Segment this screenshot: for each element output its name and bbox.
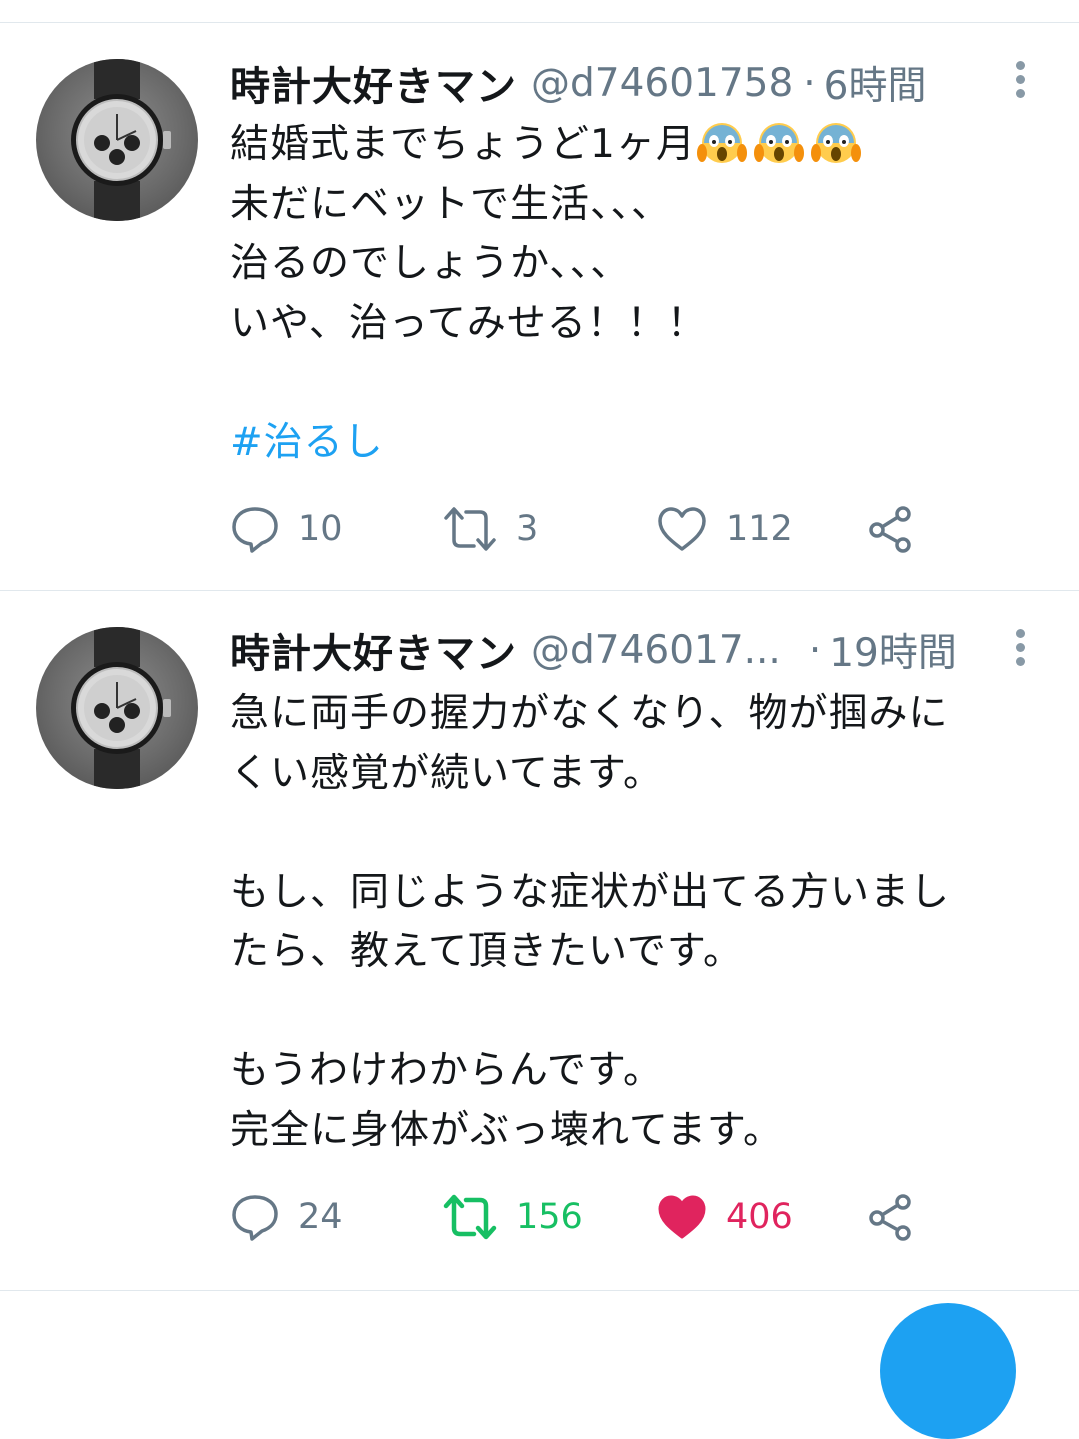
retweet-arrows-icon — [443, 1194, 497, 1240]
avatar[interactable] — [36, 627, 198, 789]
heart-icon — [658, 507, 706, 551]
tweet-line: 急に両手の握力がなくなり、物が掴みに — [230, 691, 949, 736]
screaming-face-icon — [810, 123, 861, 163]
reply-button[interactable]: 10 — [230, 499, 343, 559]
share-button[interactable] — [866, 1187, 916, 1247]
reply-button[interactable]: 24 — [230, 1187, 343, 1247]
author-handle[interactable]: @d746017... — [531, 628, 781, 673]
tweet-line: くい感覚が続いてます。 — [230, 750, 663, 796]
tweet-line: 結婚式までちょうど1ヶ月 — [230, 115, 1039, 175]
tweet-line: 治るのでしょうか、、、 — [230, 241, 631, 286]
tweet-header: 時計大好きマン @d746017... · 19時間 — [230, 620, 989, 680]
tweet-line: もうわけわからんです。 — [230, 1048, 663, 1093]
watch-avatar-icon — [71, 627, 171, 789]
like-button[interactable]: 406 — [656, 1187, 793, 1247]
more-options-icon[interactable] — [1013, 61, 1027, 101]
screaming-face-icon — [696, 123, 747, 163]
tweet-time[interactable]: 19時間 — [829, 622, 957, 678]
tweet[interactable]: 時計大好きマン @d74601758 · 6時間 結婚式までちょうど1ヶ月 未だ… — [0, 23, 1079, 590]
heart-icon — [658, 1195, 706, 1239]
tweet-line: たら、教えて頂きたいです。 — [230, 929, 743, 974]
tweet-text: 結婚式までちょうど1ヶ月 未だにベットで生活、、、 治るのでしょうか、、、 いや… — [230, 115, 1039, 472]
tweet-line: もし、同じような症状が出てる方いまし — [230, 869, 951, 915]
tweet[interactable]: 時計大好きマン @d746017... · 19時間 急に両手の握力がなくなり、… — [0, 591, 1079, 1289]
share-button[interactable] — [866, 499, 916, 559]
retweet-button[interactable]: 156 — [442, 1187, 583, 1247]
retweet-arrows-icon — [444, 507, 496, 551]
author-handle[interactable]: @d74601758 — [531, 61, 793, 106]
separator-dot: · — [803, 60, 816, 106]
like-button[interactable]: 112 — [656, 499, 793, 559]
tweet-line: 完全に身体がぶっ壊れてます。 — [230, 1107, 783, 1153]
hashtag-link[interactable]: #治るし — [230, 420, 384, 465]
tweet-line: 未だにベットで生活、、、 — [230, 181, 672, 227]
reply-count: 24 — [298, 1197, 343, 1237]
tweet-line: いや、治ってみせる！！！ — [230, 300, 707, 346]
tweet-time[interactable]: 6時間 — [824, 55, 927, 111]
retweet-count: 3 — [516, 509, 539, 549]
avatar[interactable] — [36, 59, 198, 221]
more-options-icon[interactable] — [1013, 629, 1027, 669]
tweet-text: 急に両手の握力がなくなり、物が掴みに くい感覚が続いてます。 もし、同じような症… — [230, 684, 1039, 1160]
separator-dot: · — [808, 627, 822, 673]
speech-bubble-icon — [232, 1195, 278, 1241]
tweet-actions: 24 156 406 — [230, 1187, 990, 1247]
like-count: 112 — [726, 509, 793, 549]
like-count: 406 — [726, 1197, 793, 1237]
share-nodes-icon — [869, 1194, 911, 1241]
tweet-divider — [0, 1290, 1079, 1291]
tweet-header: 時計大好きマン @d74601758 · 6時間 — [230, 53, 989, 113]
speech-bubble-icon — [232, 507, 278, 553]
watch-avatar-icon — [71, 59, 171, 221]
retweet-count: 156 — [516, 1197, 583, 1237]
tweet-line-text: 結婚式までちょうど1ヶ月 — [230, 122, 696, 167]
retweet-button[interactable]: 3 — [442, 499, 538, 559]
author-name[interactable]: 時計大好きマン — [230, 54, 517, 112]
reply-count: 10 — [298, 509, 343, 549]
screaming-face-icon — [753, 123, 804, 163]
author-name[interactable]: 時計大好きマン — [230, 621, 517, 679]
compose-tweet-button[interactable] — [880, 1303, 1016, 1439]
share-nodes-icon — [869, 506, 911, 553]
tweet-actions: 10 3 112 — [230, 499, 990, 559]
